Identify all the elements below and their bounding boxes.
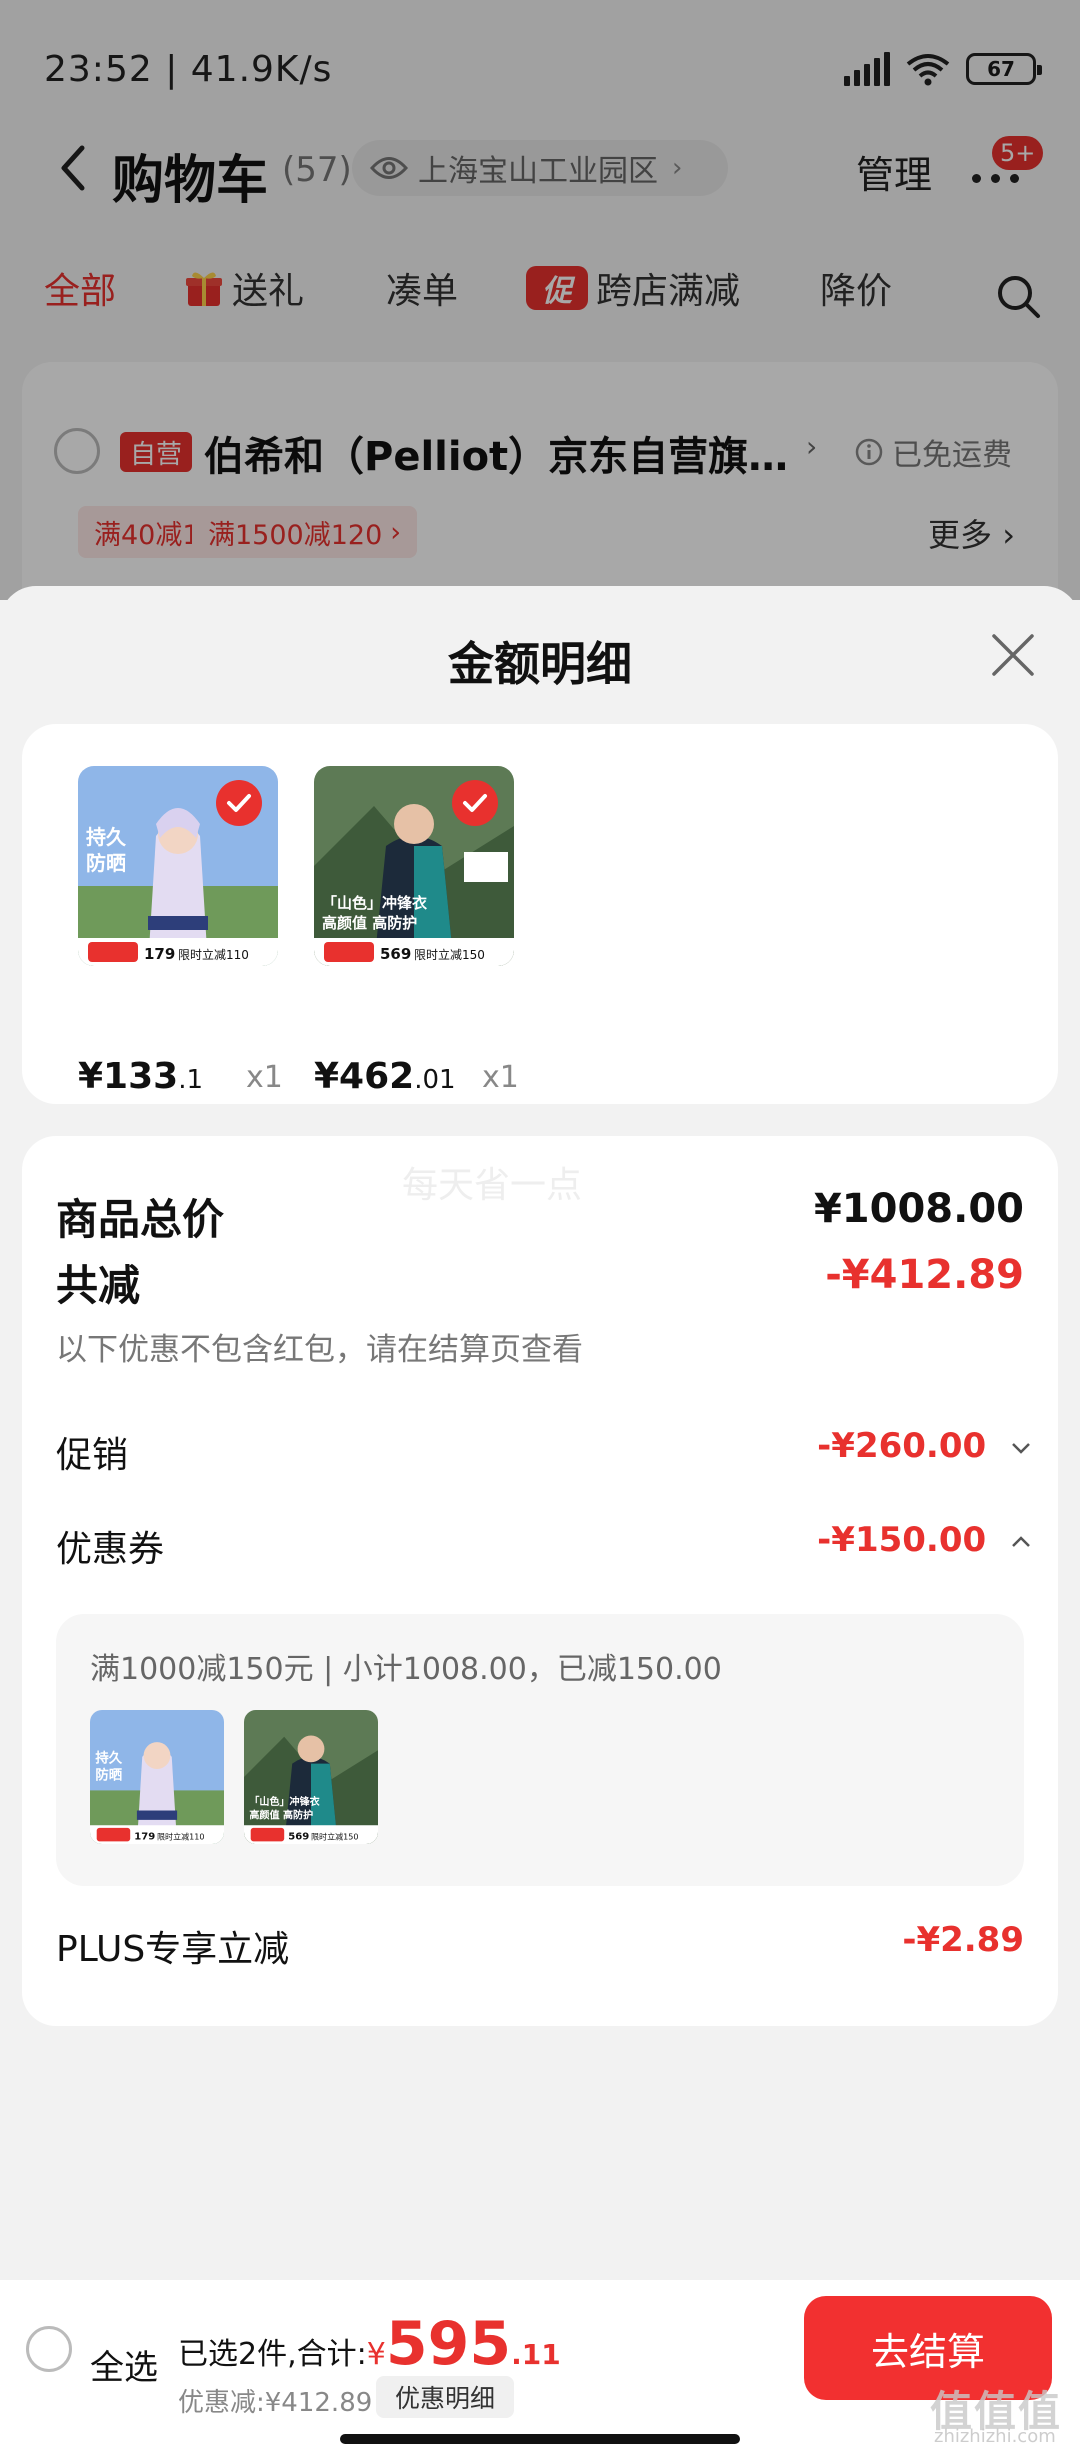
svg-text:「山色」冲锋衣: 「山色」冲锋衣 (249, 1795, 320, 1808)
promotion-row-toggle[interactable]: -¥260.00 (817, 1426, 1032, 1466)
site-watermark-domain: zhizhizhi.com (934, 2426, 1056, 2447)
total-currency: ¥ (366, 2337, 386, 2372)
discount-detail-button[interactable]: 优惠明细 (376, 2376, 514, 2418)
plus-discount-value: -¥2.89 (902, 1920, 1024, 1960)
promotion-label: 促销 (56, 1435, 129, 1476)
product-quantity: x1 (246, 1060, 283, 1095)
close-icon[interactable] (990, 632, 1036, 678)
total-price-label: 商品总价 (56, 1195, 225, 1244)
svg-text:「山色」冲锋衣: 「山色」冲锋衣 (322, 894, 427, 912)
coupon-product-thumbnail: 「山色」冲锋衣 高颜值 高防护 569 限时立减150 (244, 1710, 378, 1844)
svg-text:179: 179 (144, 945, 175, 963)
svg-text:限时立减150: 限时立减150 (414, 947, 485, 962)
amount-detail-sheet: 金额明细 持久 防晒 179 限时立减110 ¥133.1 x1 「山色」冲锋衣… (0, 586, 1080, 2280)
svg-text:防晒: 防晒 (86, 851, 126, 875)
product-image-hardshell-jacket: 「山色」冲锋衣 高颜值 高防护 569 限时立减150 (314, 766, 514, 966)
svg-text:179: 179 (134, 1831, 155, 1842)
product-price-dec: .01 (414, 1065, 456, 1095)
summary-prefix: 已选2件,合计: (178, 2337, 367, 2372)
chevron-up-icon (1012, 1535, 1030, 1547)
select-all-label[interactable]: 全选 (90, 2340, 158, 2389)
product-image-sun-jacket: 持久 防晒 179 限时立减110 (78, 766, 278, 966)
svg-text:高颜值 高防护: 高颜值 高防护 (249, 1809, 313, 1822)
total-summary: 已选2件,合计: ¥ 595 .11 (178, 2314, 561, 2374)
checkout-label: 去结算 (870, 2329, 985, 2374)
plus-discount-label: PLUS专享立减 (56, 1929, 290, 1970)
coupon-detail-box: 满1000减150元 | 小计1008.00，已减150.00 持久 防晒 17… (56, 1614, 1024, 1886)
selected-check-icon (216, 780, 262, 826)
coupon-value: -¥150.00 (817, 1520, 987, 1560)
total-price-value: ¥1008.00 (813, 1186, 1024, 1232)
svg-text:持久: 持久 (95, 1749, 122, 1766)
home-indicator[interactable] (340, 2434, 740, 2444)
checkout-bar: 全选 已选2件,合计: ¥ 595 .11 优惠减:¥412.89 优惠明细 去… (0, 2280, 1080, 2460)
total-amount-int: 595 (385, 2309, 512, 2379)
total-amount-dec: .11 (511, 2338, 561, 2371)
selected-products-card: 持久 防晒 179 限时立减110 ¥133.1 x1 「山色」冲锋衣 高颜值 … (22, 724, 1058, 1104)
svg-text:569: 569 (288, 1831, 309, 1842)
price-breakdown-card: 每天省一点 商品总价 ¥1008.00 共减 -¥412.89 以下优惠不包含红… (22, 1136, 1058, 2026)
watermark-text: 每天省一点 (402, 1165, 583, 1206)
sheet-title: 金额明细 (448, 637, 632, 691)
total-reduction-value: -¥412.89 (825, 1252, 1024, 1298)
coupon-description: 满1000减150元 | 小计1008.00，已减150.00 (90, 1652, 722, 1687)
svg-text:569: 569 (380, 945, 411, 963)
svg-text:持久: 持久 (86, 825, 127, 849)
promotion-value: -¥260.00 (817, 1426, 987, 1466)
coupon-product-thumbnail: 持久 防晒 179 限时立减110 (90, 1710, 224, 1844)
svg-text:限时立减150: 限时立减150 (311, 1831, 358, 1841)
product-price: ¥133.1 (78, 1056, 203, 1097)
chevron-down-icon (1012, 1442, 1030, 1454)
selected-check-icon (452, 780, 498, 826)
dim-overlay[interactable] (0, 0, 1080, 600)
product-price-int: ¥133 (78, 1056, 179, 1097)
select-all-radio[interactable] (26, 2326, 72, 2372)
product-price: ¥462.01 (314, 1056, 456, 1097)
svg-text:限时立减110: 限时立减110 (157, 1831, 204, 1841)
reduction-note: 以下优惠不包含红包，请在结算页查看 (56, 1332, 583, 1368)
coupon-row-toggle[interactable]: -¥150.00 (817, 1520, 1032, 1560)
product-price-int: ¥462 (314, 1056, 415, 1097)
svg-text:防晒: 防晒 (95, 1767, 122, 1784)
svg-text:高颜值 高防护: 高颜值 高防护 (322, 914, 417, 932)
product-price-dec: .1 (178, 1065, 204, 1095)
total-reduction-label: 共减 (56, 1261, 141, 1310)
product-quantity: x1 (482, 1060, 519, 1095)
svg-text:限时立减110: 限时立减110 (178, 947, 249, 962)
discount-summary: 优惠减:¥412.89 (178, 2388, 373, 2418)
coupon-label: 优惠券 (56, 1529, 165, 1570)
